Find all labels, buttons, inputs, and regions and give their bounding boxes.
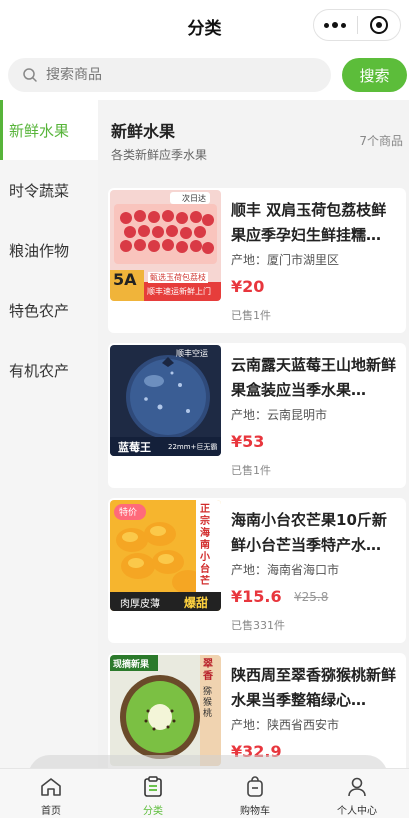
user-icon: [348, 777, 366, 797]
tab-home[interactable]: 首页: [0, 769, 102, 818]
category-sidebar: 新鲜水果 时令蔬菜 粮油作物 特色农产 有机农产: [0, 100, 98, 768]
image-tag: 翠香: [203, 659, 213, 682]
image-caption: 肉厚皮薄: [120, 599, 160, 610]
product-origin: 产地：陕西省西安市: [231, 718, 340, 732]
sidebar-item-fresh-fruit[interactable]: 新鲜水果: [0, 100, 98, 160]
close-miniprogram-button[interactable]: [357, 10, 400, 40]
product-image-lychee: 次日达 5A 甄选玉荷包荔枝 顺丰速运新鲜上门: [110, 190, 221, 301]
sidebar-item-label: 粮油作物: [9, 241, 70, 260]
sidebar-item-label: 特色农产: [9, 301, 70, 320]
tab-label: 个人中心: [337, 806, 377, 817]
product-card[interactable]: 特价 正宗海南小台芒 肉厚皮薄 爆甜 海南小台农芒果10斤新鲜小台芒当季特产水……: [108, 498, 406, 643]
tab-profile[interactable]: 个人中心: [306, 769, 408, 818]
category-title: 新鲜水果: [111, 122, 176, 141]
tab-label: 首页: [41, 806, 61, 817]
product-origin: 产地：海南省海口市: [231, 563, 340, 577]
miniprogram-capsule: [313, 9, 401, 41]
product-price: ¥20: [231, 277, 265, 296]
image-text: 5A: [113, 270, 137, 289]
product-sold: 已售1件: [231, 464, 271, 477]
nav-header: 分类: [0, 0, 409, 52]
product-name: 陕西周至翠香猕猴桃新鲜水果当季整箱绿心…: [231, 666, 397, 709]
product-sold: 已售1件: [231, 309, 271, 322]
image-text: 特价: [119, 508, 138, 518]
sidebar-item-grain-oil[interactable]: 粮油作物: [0, 220, 98, 280]
cart-icon: [247, 776, 263, 797]
sidebar-item-specialty[interactable]: 特色农产: [0, 280, 98, 340]
tab-label: 购物车: [240, 806, 270, 817]
product-price: ¥53: [231, 432, 265, 451]
image-brand: 顺丰速运新鲜上门: [147, 287, 211, 296]
product-name: 云南露天蓝莓王山地新鲜果盒装应当季水果…: [231, 356, 397, 399]
home-icon: [41, 778, 61, 796]
category-description: 各类新鲜应季水果: [111, 148, 208, 162]
product-image-blueberry: 顺丰空运 蓝莓王 22mm+巨无霸: [110, 345, 221, 456]
more-menu-button[interactable]: [314, 10, 357, 40]
product-card[interactable]: 现摘新果 翠香 猕猴桃 陕西周至翠香猕猴桃新鲜水果当季整箱绿心… 产地：陕西省西…: [108, 653, 406, 768]
tab-cart[interactable]: 购物车: [204, 769, 306, 818]
category-header: 新鲜水果 各类新鲜应季水果 7个商品: [98, 100, 409, 178]
product-card[interactable]: 次日达 5A 甄选玉荷包荔枝 顺丰速运新鲜上门 顺丰 双肩玉荷包荔枝鲜果应季孕妇…: [108, 188, 406, 333]
more-dots-icon: [324, 22, 330, 28]
product-name: 海南小台农芒果10斤新鲜小台芒当季特产水…: [231, 511, 387, 554]
search-icon: [23, 68, 37, 82]
target-icon: [369, 16, 388, 34]
category-icon: [144, 776, 162, 797]
product-origin: 产地：厦门市湖里区: [231, 253, 340, 267]
image-text: 现摘新果: [113, 660, 150, 670]
tab-label: 分类: [143, 806, 163, 817]
image-caption: 猕猴桃: [203, 687, 213, 719]
product-name: 顺丰 双肩玉荷包荔枝鲜果应季孕妇生鲜挂糯…: [231, 201, 387, 244]
product-count: 7个商品: [359, 134, 403, 148]
image-caption: 22mm+巨无霸: [168, 443, 218, 451]
product-origin: 产地：云南昆明市: [231, 408, 328, 422]
product-image-mango: 特价 正宗海南小台芒 肉厚皮薄 爆甜: [110, 500, 221, 611]
bottom-tab-bar: 首页 分类 购物车 个人中心: [0, 768, 409, 818]
image-tag: 爆甜: [184, 596, 209, 610]
product-image-kiwi: 现摘新果 翠香 猕猴桃: [110, 655, 221, 766]
product-original-price: ¥25.8: [294, 590, 329, 604]
search-box[interactable]: [8, 58, 331, 92]
sidebar-item-label: 新鲜水果: [9, 121, 70, 140]
product-card[interactable]: 顺丰空运 蓝莓王 22mm+巨无霸 云南露天蓝莓王山地新鲜果盒装应当季水果… 产…: [108, 343, 406, 488]
image-tag: 次日达: [182, 194, 206, 203]
image-tag: 顺丰空运: [176, 349, 208, 358]
product-sold: 已售331件: [231, 619, 285, 632]
product-price: ¥15.6: [231, 587, 282, 606]
image-brand: 正宗海南小台芒: [200, 504, 210, 587]
search-bar: 搜索: [0, 52, 409, 98]
search-button[interactable]: 搜索: [342, 58, 407, 92]
search-input[interactable]: [46, 67, 306, 83]
sidebar-item-organic[interactable]: 有机农产: [0, 340, 98, 400]
image-text: 蓝莓王: [118, 441, 151, 454]
sidebar-item-label: 时令蔬菜: [9, 181, 70, 200]
product-list-panel[interactable]: 新鲜水果 各类新鲜应季水果 7个商品 次日达 5A 甄选玉荷包荔枝 顺丰速运新鲜…: [98, 100, 409, 768]
sidebar-item-seasonal-vegetables[interactable]: 时令蔬菜: [0, 160, 98, 220]
sidebar-item-label: 有机农产: [9, 361, 70, 380]
image-caption: 甄选玉荷包荔枝: [148, 272, 208, 283]
tab-category[interactable]: 分类: [102, 769, 204, 818]
